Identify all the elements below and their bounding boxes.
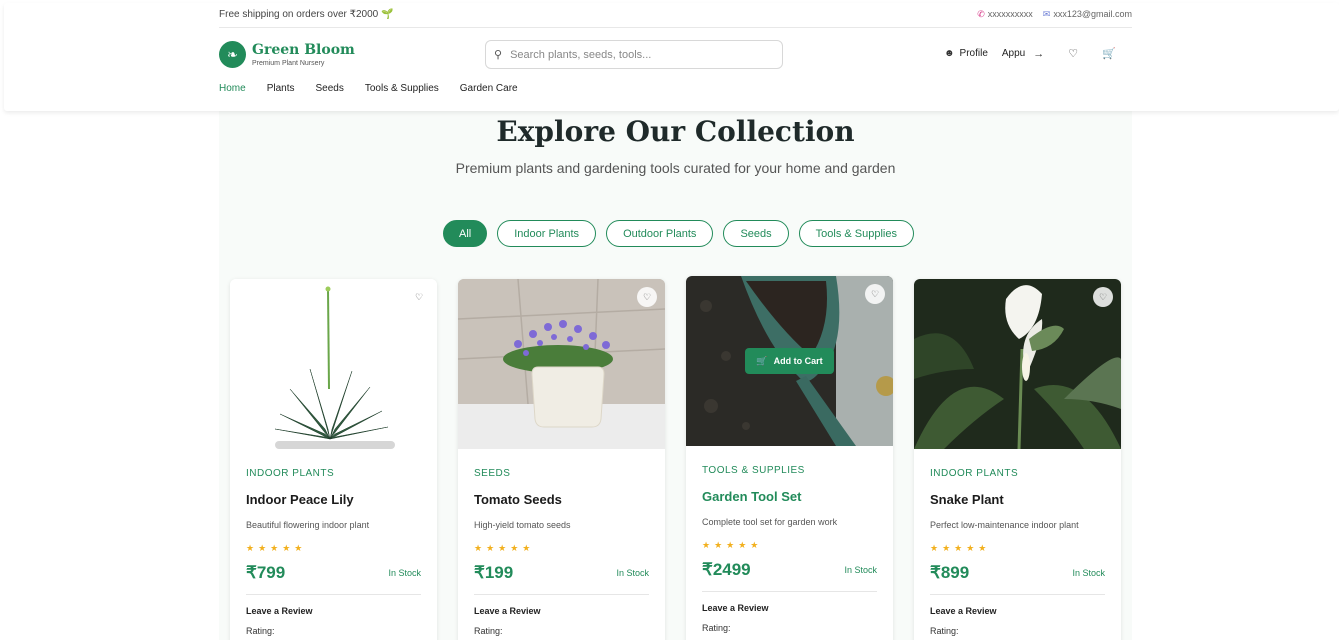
brand-logo-link[interactable]: ❧ Green Bloom Premium Plant Nursery — [219, 41, 355, 68]
cart-icon[interactable]: 🛒 — [1102, 47, 1116, 60]
product-name[interactable]: Tomato Seeds — [474, 492, 649, 507]
stock-status: In Stock — [616, 568, 649, 578]
page-title: Explore Our Collection — [496, 115, 855, 148]
stock-status: In Stock — [1072, 568, 1105, 578]
nav-seeds[interactable]: Seeds — [315, 83, 343, 94]
rating-label: Rating: — [702, 623, 731, 633]
star-rating: ★★★★★ — [930, 543, 991, 553]
search-icon: ⚲ — [494, 49, 503, 61]
review-heading: Leave a Review — [702, 603, 769, 613]
review-heading: Leave a Review — [474, 606, 541, 616]
star-rating: ★★★★★ — [702, 540, 763, 550]
rating-label: Rating: — [474, 626, 503, 636]
star-rating: ★★★★★ — [246, 543, 307, 553]
product-description: High-yield tomato seeds — [474, 520, 571, 530]
filter-indoor-plants[interactable]: Indoor Plants — [497, 220, 597, 247]
filter-all[interactable]: All — [443, 220, 488, 247]
product-price: ₹899 — [930, 563, 970, 582]
product-description: Beautiful flowering indoor plant — [246, 520, 370, 530]
rating-label: Rating: — [246, 626, 275, 636]
page-subtitle: Premium plants and gardening tools curat… — [455, 160, 896, 176]
brand-tagline: Premium Plant Nursery — [252, 60, 325, 67]
product-category: Indoor Plants — [246, 468, 335, 479]
category-filters: All Indoor Plants Outdoor Plants Seeds T… — [443, 220, 914, 247]
product-name[interactable]: Garden Tool Set — [702, 489, 877, 504]
product-card[interactable]: ♡ Indoor Plants Indoor Peace Lily Beauti… — [230, 279, 437, 640]
add-to-cart-label: Add to Cart — [773, 356, 823, 366]
product-description: Perfect low-maintenance indoor plant — [930, 520, 1079, 530]
email-address: xxx123@gmail.com — [1053, 9, 1132, 19]
user-name: Appu — [1001, 48, 1026, 59]
filter-tools-supplies[interactable]: Tools & Supplies — [798, 220, 914, 247]
product-category: Tools & Supplies — [702, 465, 805, 476]
phone-icon: ✆ — [977, 9, 985, 19]
header-actions: ☻ Profile Appu → ♡ 🛒 — [944, 47, 1132, 61]
search-bar: ⚲ — [485, 40, 783, 69]
wishlist-heart-icon[interactable]: ♡ — [1093, 287, 1113, 307]
phone-number: xxxxxxxxxx — [987, 9, 1033, 19]
product-price: ₹2499 — [702, 560, 751, 579]
leaf-logo-icon: ❧ — [219, 41, 246, 68]
logout-icon[interactable]: → — [1033, 48, 1044, 60]
nav-tools-supplies[interactable]: Tools & Supplies — [365, 83, 439, 94]
phone-contact[interactable]: ✆ xxxxxxxxxx — [977, 9, 1033, 20]
product-card[interactable]: ♡ 🛒 Add to Cart Tools & Supplies Garden … — [686, 276, 893, 640]
rating-label: Rating: — [930, 626, 959, 636]
star-rating: ★★★★★ — [474, 543, 535, 553]
review-heading: Leave a Review — [246, 606, 313, 616]
shipping-promo: Free shipping on orders over ₹2000 🌱 — [219, 9, 394, 20]
product-image[interactable]: ♡ 🛒 Add to Cart — [686, 276, 893, 446]
main-nav: Home Plants Seeds Tools & Supplies Garde… — [219, 83, 518, 94]
product-description: Complete tool set for garden work — [702, 517, 838, 527]
top-bar: Free shipping on orders over ₹2000 🌱 ✆ xx… — [219, 3, 1132, 28]
nav-garden-care[interactable]: Garden Care — [460, 83, 518, 94]
product-price: ₹799 — [246, 563, 286, 582]
product-image[interactable]: ♡ — [458, 279, 665, 449]
review-heading: Leave a Review — [930, 606, 997, 616]
brand-name: Green Bloom — [252, 42, 355, 58]
filter-seeds[interactable]: Seeds — [723, 220, 789, 247]
wishlist-heart-icon[interactable]: ♡ — [409, 287, 429, 307]
product-card[interactable]: ♡ Seeds Tomato Seeds High-yield tomato s… — [458, 279, 665, 640]
product-category: Indoor Plants — [930, 468, 1019, 479]
product-category: Seeds — [474, 468, 511, 479]
email-contact[interactable]: ✉ xxx123@gmail.com — [1043, 9, 1132, 20]
contact-info: ✆ xxxxxxxxxx ✉ xxx123@gmail.com — [977, 9, 1132, 20]
filter-outdoor-plants[interactable]: Outdoor Plants — [606, 220, 714, 247]
mail-icon: ✉ — [1042, 9, 1051, 19]
profile-label: Profile — [959, 48, 988, 59]
heart-icon[interactable]: ♡ — [1068, 47, 1078, 60]
product-card[interactable]: ♡ Indoor Plants Snake Plant Perfect low-… — [914, 279, 1121, 640]
product-name[interactable]: Snake Plant — [930, 492, 1105, 507]
product-image[interactable]: ♡ — [230, 279, 437, 449]
wishlist-heart-icon[interactable]: ♡ — [865, 284, 885, 304]
nav-home[interactable]: Home — [219, 83, 246, 94]
wishlist-heart-icon[interactable]: ♡ — [637, 287, 657, 307]
search-input[interactable] — [510, 48, 761, 61]
product-price: ₹199 — [474, 563, 514, 582]
profile-link[interactable]: ☻ Profile — [944, 48, 988, 59]
stock-status: In Stock — [844, 565, 877, 575]
nav-plants[interactable]: Plants — [267, 83, 295, 94]
product-image[interactable]: ♡ — [914, 279, 1121, 449]
stock-status: In Stock — [388, 568, 421, 578]
site-header: Free shipping on orders over ₹2000 🌱 ✆ xx… — [4, 3, 1339, 111]
user-icon: ☻ — [944, 48, 955, 59]
add-to-cart-button[interactable]: 🛒 Add to Cart — [745, 348, 834, 374]
cart-icon: 🛒 — [756, 355, 768, 366]
product-name[interactable]: Indoor Peace Lily — [246, 492, 421, 507]
